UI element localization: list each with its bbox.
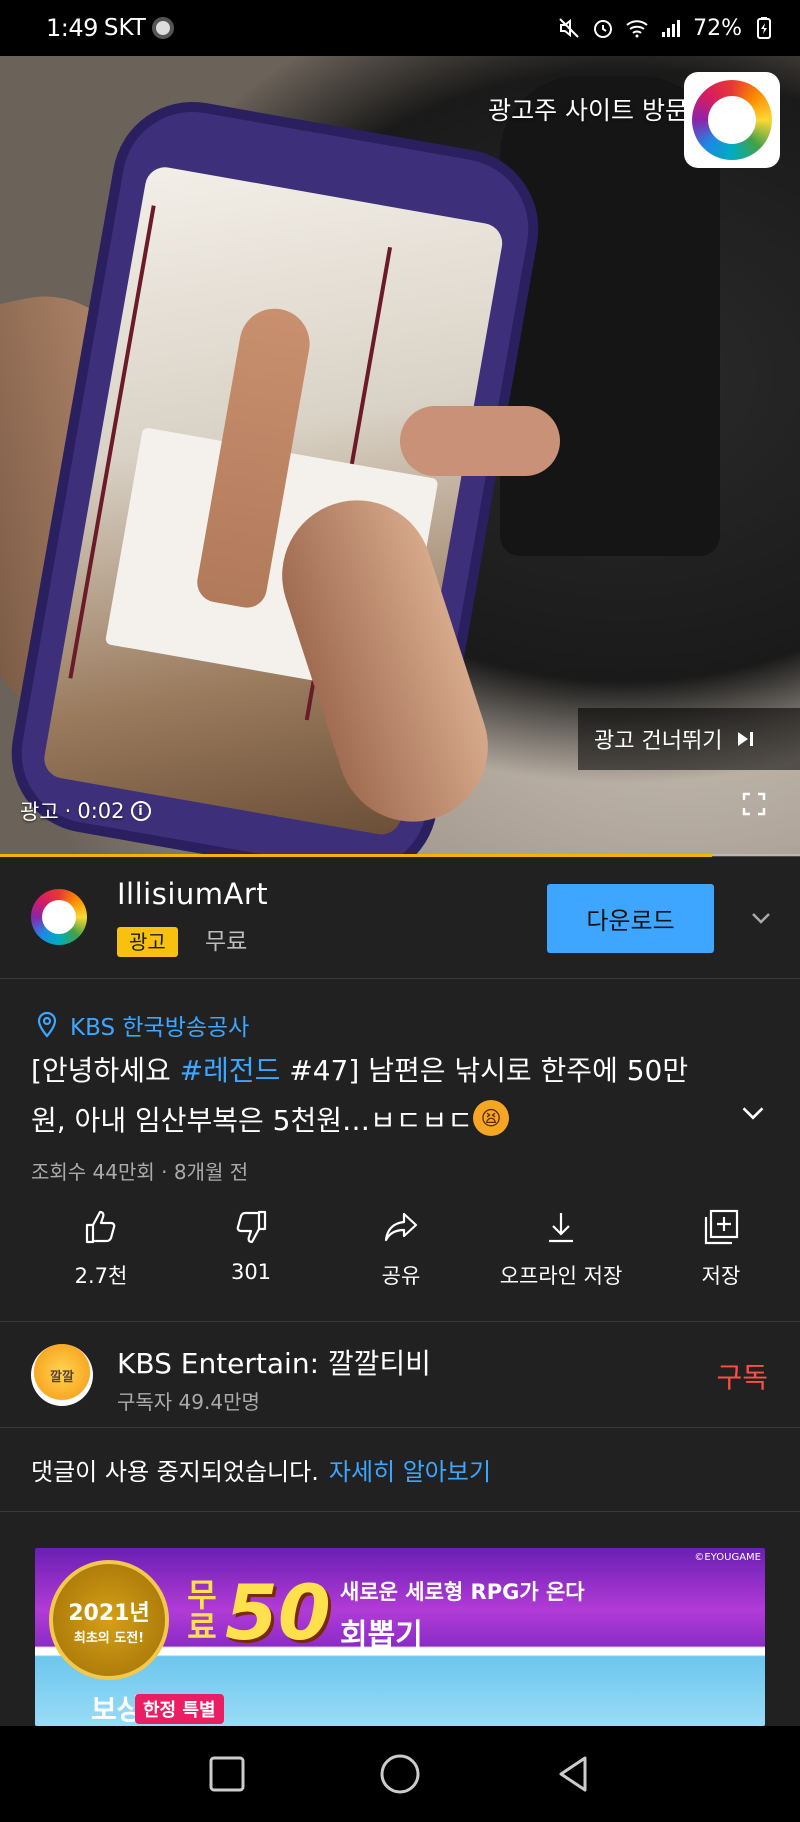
recording-indicator-icon xyxy=(151,17,174,39)
dislike-count: 301 xyxy=(230,1260,272,1284)
banner-subtitle: 새로운 세로형 RPG가 온다 xyxy=(340,1580,585,1604)
subscribe-button[interactable]: 구독 xyxy=(716,1356,768,1396)
status-bar: 1:49 SKT 72% xyxy=(0,0,800,56)
mute-icon xyxy=(559,18,579,38)
info-icon[interactable]: i xyxy=(130,801,151,821)
alarm-icon xyxy=(594,20,613,38)
wifi-icon xyxy=(626,20,648,38)
advertiser-site-link[interactable]: 광고주 사이트 방문 xyxy=(488,91,688,127)
banner-limited-label: 한정 특별 xyxy=(135,1694,224,1724)
advertiser-logo[interactable] xyxy=(684,72,780,168)
home-button[interactable] xyxy=(378,1752,422,1796)
offline-save-label: 오프라인 저장 xyxy=(499,1264,623,1288)
ad-price: 무료 xyxy=(205,929,248,955)
skip-ad-label: 광고 건너뛰기 xyxy=(594,729,723,754)
save-label: 저장 xyxy=(701,1264,741,1288)
chevron-down-icon[interactable] xyxy=(750,907,772,929)
thumbs-down-icon xyxy=(236,1210,267,1244)
ad-app-row[interactable]: IllisiumArt 광고 무료 다운로드 xyxy=(0,857,800,979)
tired-face-emoji: 😫 xyxy=(473,1100,510,1136)
download-button[interactable]: 다운로드 xyxy=(547,884,714,953)
like-button[interactable]: 2.7천 xyxy=(26,1208,176,1308)
share-button[interactable]: 공유 xyxy=(326,1208,476,1308)
skip-next-icon xyxy=(738,732,754,746)
like-count: 2.7천 xyxy=(74,1264,128,1288)
recents-icon xyxy=(209,1756,245,1792)
battery-icon xyxy=(757,17,771,39)
system-nav-bar xyxy=(0,1726,800,1822)
banner-year-badge: 2021년 최초의 도전! xyxy=(49,1560,169,1680)
ad-label: 광고 xyxy=(20,800,59,824)
ad-badge: 광고 xyxy=(117,927,178,957)
video-title[interactable]: [안녕하세요 #레전드 #47] 남편은 낚시로 한주에 50만원, 아내 임산… xyxy=(31,1046,711,1146)
status-time: 1:49 xyxy=(46,14,98,42)
expand-description-icon[interactable] xyxy=(740,1100,766,1126)
thumbs-up-icon xyxy=(85,1210,116,1244)
dislike-button[interactable]: 301 xyxy=(176,1208,326,1308)
promo-banner-ad[interactable]: ©EYOUGAME 2021년 최초의 도전! 무료 50 새로운 세로형 RP… xyxy=(35,1548,765,1726)
app-logo-icon xyxy=(31,889,87,945)
color-wheel-icon xyxy=(692,80,772,160)
learn-more-link[interactable]: 자세히 알아보기 xyxy=(329,1452,491,1487)
banner-number: 50 xyxy=(225,1568,331,1657)
channel-name[interactable]: KBS Entertain: 깔깔티비 xyxy=(117,1342,431,1382)
back-icon xyxy=(559,1756,587,1792)
status-carrier: SKT xyxy=(103,15,146,41)
location-link[interactable]: KBS 한국방송공사 xyxy=(36,1008,249,1042)
comments-disabled-notice: 댓글이 사용 중지되었습니다. 자세히 알아보기 xyxy=(0,1428,800,1512)
banner-copyright: ©EYOUGAME xyxy=(694,1552,761,1563)
recents-button[interactable] xyxy=(205,1752,249,1796)
location-pin-icon xyxy=(37,1011,57,1038)
offline-save-button[interactable]: 오프라인 저장 xyxy=(476,1208,646,1308)
save-to-playlist-button[interactable]: 저장 xyxy=(646,1208,796,1308)
signal-icon xyxy=(662,20,681,37)
ad-time-indicator: 광고 · 0:02 i xyxy=(20,796,151,826)
subscriber-count: 구독자 49.4만명 xyxy=(117,1390,260,1414)
video-info: KBS 한국방송공사 [안녕하세요 #레전드 #47] 남편은 낚시로 한주에 … xyxy=(0,980,800,1322)
comments-disabled-text: 댓글이 사용 중지되었습니다. xyxy=(31,1458,319,1486)
home-icon xyxy=(380,1754,420,1794)
back-button[interactable] xyxy=(551,1752,595,1796)
fullscreen-icon[interactable] xyxy=(742,792,766,816)
video-player[interactable]: 광고주 사이트 방문 광고 건너뛰기 광고 · 0:02 i xyxy=(0,56,800,856)
hashtag-link[interactable]: #레전드 xyxy=(180,1054,281,1087)
video-meta: 조회수 44만회 · 8개월 전 xyxy=(31,1160,249,1184)
banner-gacha: 회뽑기 xyxy=(340,1618,423,1653)
download-icon xyxy=(549,1213,573,1243)
ad-app-name: IllisiumArt xyxy=(117,877,269,911)
channel-avatar[interactable]: 깔깔 xyxy=(31,1344,93,1406)
banner-free-label: 무료 xyxy=(181,1578,219,1642)
action-bar: 2.7천 301 공유 오프라인 저장 저장 xyxy=(0,1208,800,1308)
add-to-playlist-icon xyxy=(704,1209,739,1245)
location-label: KBS 한국방송공사 xyxy=(70,1015,250,1041)
skip-ad-button[interactable]: 광고 건너뛰기 xyxy=(578,708,800,770)
status-icons: 72% xyxy=(557,16,776,41)
share-label: 공유 xyxy=(381,1264,421,1288)
battery-percent: 72% xyxy=(693,15,742,41)
channel-row[interactable]: 깔깔 KBS Entertain: 깔깔티비 구독자 49.4만명 구독 xyxy=(0,1322,800,1428)
share-icon xyxy=(384,1212,418,1242)
ad-time: 0:02 xyxy=(77,799,125,823)
